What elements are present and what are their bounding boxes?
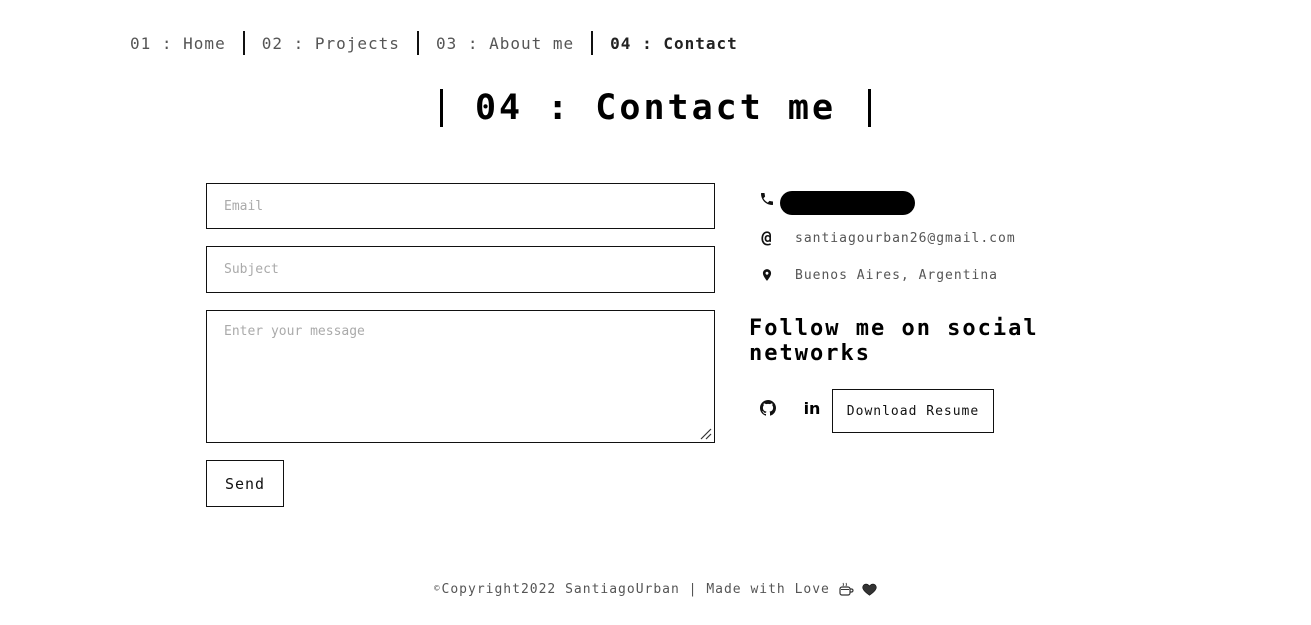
linkedin-icon-text: in — [803, 398, 821, 418]
coffee-icon — [838, 581, 854, 597]
phone-row — [758, 190, 776, 208]
nav-divider — [591, 31, 594, 55]
linkedin-icon[interactable]: in — [802, 398, 822, 418]
page-title-text: 04 : Contact me — [474, 88, 837, 128]
download-resume-button[interactable]: Download Resume — [832, 389, 994, 433]
redacted-phone-number — [780, 191, 915, 215]
phone-icon — [758, 190, 776, 208]
email-input[interactable] — [206, 183, 715, 229]
footer: © Copyright2022 SantiagoUrban | Made wit… — [0, 581, 1311, 597]
email-row: @ santiagourban26@gmail.com — [758, 228, 1016, 248]
location-row: Buenos Aires, Argentina — [758, 266, 998, 284]
nav-contact-link[interactable]: 04 : Contact — [610, 30, 738, 56]
textarea-resize-handle[interactable] — [700, 428, 712, 440]
contact-page: 01 : Home 02 : Projects 03 : About me 04… — [0, 0, 1311, 625]
at-icon: @ — [761, 228, 773, 248]
nav-divider — [242, 31, 245, 55]
social-heading: Follow me on social networks — [749, 316, 1039, 366]
nav-divider — [416, 31, 419, 55]
page-title-container: 04 : Contact me — [0, 88, 1311, 128]
contact-email-text: santiagourban26@gmail.com — [795, 230, 1016, 246]
nav-projects-link[interactable]: 02 : Projects — [262, 30, 400, 56]
contact-location-text: Buenos Aires, Argentina — [795, 267, 999, 283]
copyright-symbol: © — [434, 584, 441, 594]
github-icon[interactable] — [758, 398, 778, 418]
heart-icon — [862, 582, 877, 596]
subject-input[interactable] — [206, 246, 715, 293]
top-navigation: 01 : Home 02 : Projects 03 : About me 04… — [130, 30, 738, 56]
nav-about-link[interactable]: 03 : About me — [436, 30, 574, 56]
map-pin-icon — [758, 266, 776, 284]
send-button[interactable]: Send — [206, 460, 284, 507]
title-right-bar — [868, 89, 872, 127]
page-title: 04 : Contact me — [439, 88, 872, 128]
nav-home-link[interactable]: 01 : Home — [130, 30, 226, 56]
footer-text: Copyright2022 SantiagoUrban | Made with … — [441, 581, 830, 597]
message-textarea[interactable] — [206, 310, 715, 443]
